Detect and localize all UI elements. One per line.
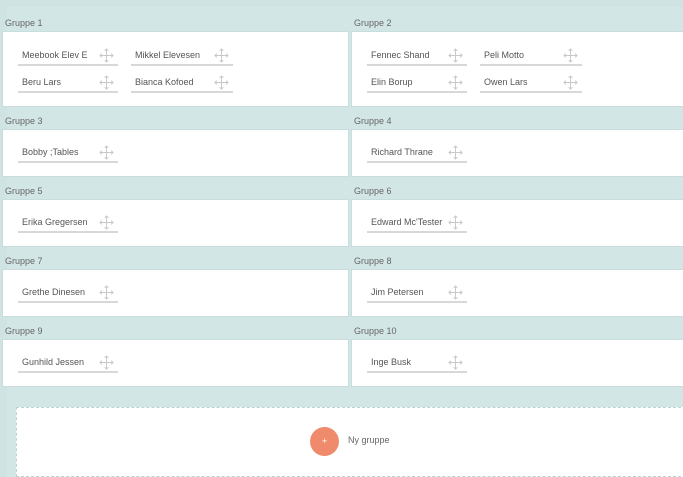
member-name: Gunhild Jessen: [22, 357, 85, 367]
new-group-dropzone[interactable]: + Ny gruppe: [16, 407, 683, 477]
member-name: Erika Gregersen: [22, 217, 88, 227]
member-chip[interactable]: Fennec Shand: [367, 45, 467, 66]
member-name: Bobby ;Tables: [22, 147, 79, 157]
group-9: Gruppe 9 Gunhild Jessen: [2, 324, 349, 387]
member-chip[interactable]: Erika Gregersen: [18, 212, 118, 233]
move-arrows-icon[interactable]: [448, 355, 463, 370]
move-arrows-icon[interactable]: [99, 215, 114, 230]
move-arrows-icon[interactable]: [99, 355, 114, 370]
group-title: Gruppe 2: [354, 18, 392, 28]
member-name: Peli Motto: [484, 50, 525, 60]
group-dropzone[interactable]: Richard Thrane: [351, 129, 683, 177]
move-arrows-icon[interactable]: [563, 75, 578, 90]
member-chip[interactable]: Richard Thrane: [367, 142, 467, 163]
member-chip[interactable]: Mikkel Elevesen: [131, 45, 233, 66]
move-arrows-icon[interactable]: [99, 285, 114, 300]
group-title: Gruppe 7: [5, 256, 43, 266]
group-title: Gruppe 8: [354, 256, 392, 266]
member-name: Jim Petersen: [371, 287, 424, 297]
group-dropzone[interactable]: Inge Busk: [351, 339, 683, 387]
member-name: Bianca Kofoed: [135, 77, 194, 87]
group-dropzone[interactable]: Fennec Shand Peli Motto Elin Borup Owen …: [351, 31, 683, 107]
group-2: Gruppe 2 Fennec Shand Peli Motto Elin Bo…: [351, 16, 683, 107]
move-arrows-icon[interactable]: [214, 75, 229, 90]
member-name: Inge Busk: [371, 357, 412, 367]
member-chip[interactable]: Beru Lars: [18, 72, 118, 93]
move-arrows-icon[interactable]: [448, 285, 463, 300]
group-title: Gruppe 10: [354, 326, 397, 336]
member-chip[interactable]: Jim Petersen: [367, 282, 467, 303]
member-chip[interactable]: Bobby ;Tables: [18, 142, 118, 163]
group-4: Gruppe 4 Richard Thrane: [351, 114, 683, 177]
group-8: Gruppe 8 Jim Petersen: [351, 254, 683, 317]
group-title: Gruppe 3: [5, 116, 43, 126]
group-3: Gruppe 3 Bobby ;Tables: [2, 114, 349, 177]
add-group-label[interactable]: Ny gruppe: [348, 435, 390, 445]
member-name: Mikkel Elevesen: [135, 50, 201, 60]
group-title: Gruppe 6: [354, 186, 392, 196]
group-title: Gruppe 1: [5, 18, 43, 28]
move-arrows-icon[interactable]: [563, 48, 578, 63]
member-name: Beru Lars: [22, 77, 62, 87]
move-arrows-icon[interactable]: [99, 145, 114, 160]
group-dropzone[interactable]: Bobby ;Tables: [2, 129, 349, 177]
move-arrows-icon[interactable]: [99, 75, 114, 90]
group-dropzone[interactable]: Meebook Elev E Mikkel Elevesen Beru Lars…: [2, 31, 349, 107]
member-name: Elin Borup: [371, 77, 413, 87]
member-name: Fennec Shand: [371, 50, 430, 60]
group-dropzone[interactable]: Gunhild Jessen: [2, 339, 349, 387]
member-name: Grethe Dinesen: [22, 287, 86, 297]
member-chip[interactable]: Bianca Kofoed: [131, 72, 233, 93]
move-arrows-icon[interactable]: [214, 48, 229, 63]
member-chip[interactable]: Meebook Elev E: [18, 45, 118, 66]
move-arrows-icon[interactable]: [99, 48, 114, 63]
group-10: Gruppe 10 Inge Busk: [351, 324, 683, 387]
member-name: Owen Lars: [484, 77, 528, 87]
add-group-button[interactable]: +: [310, 427, 339, 456]
member-chip[interactable]: Grethe Dinesen: [18, 282, 118, 303]
member-name: Richard Thrane: [371, 147, 433, 157]
group-6: Gruppe 6 Edward Mc'Tester: [351, 184, 683, 247]
member-name: Meebook Elev E: [22, 50, 88, 60]
group-title: Gruppe 5: [5, 186, 43, 196]
move-arrows-icon[interactable]: [448, 75, 463, 90]
move-arrows-icon[interactable]: [448, 145, 463, 160]
group-dropzone[interactable]: Edward Mc'Tester: [351, 199, 683, 247]
member-name: Edward Mc'Tester: [371, 217, 443, 227]
group-dropzone[interactable]: Grethe Dinesen: [2, 269, 349, 317]
move-arrows-icon[interactable]: [448, 48, 463, 63]
group-dropzone[interactable]: Erika Gregersen: [2, 199, 349, 247]
member-chip[interactable]: Gunhild Jessen: [18, 352, 118, 373]
member-chip[interactable]: Elin Borup: [367, 72, 467, 93]
group-dropzone[interactable]: Jim Petersen: [351, 269, 683, 317]
group-1: Gruppe 1 Meebook Elev E Mikkel Elevesen …: [2, 16, 349, 107]
group-7: Gruppe 7 Grethe Dinesen: [2, 254, 349, 317]
member-chip[interactable]: Owen Lars: [480, 72, 582, 93]
move-arrows-icon[interactable]: [448, 215, 463, 230]
member-chip[interactable]: Peli Motto: [480, 45, 582, 66]
group-title: Gruppe 9: [5, 326, 43, 336]
group-5: Gruppe 5 Erika Gregersen: [2, 184, 349, 247]
member-chip[interactable]: Inge Busk: [367, 352, 467, 373]
member-chip[interactable]: Edward Mc'Tester: [367, 212, 467, 233]
group-title: Gruppe 4: [354, 116, 392, 126]
